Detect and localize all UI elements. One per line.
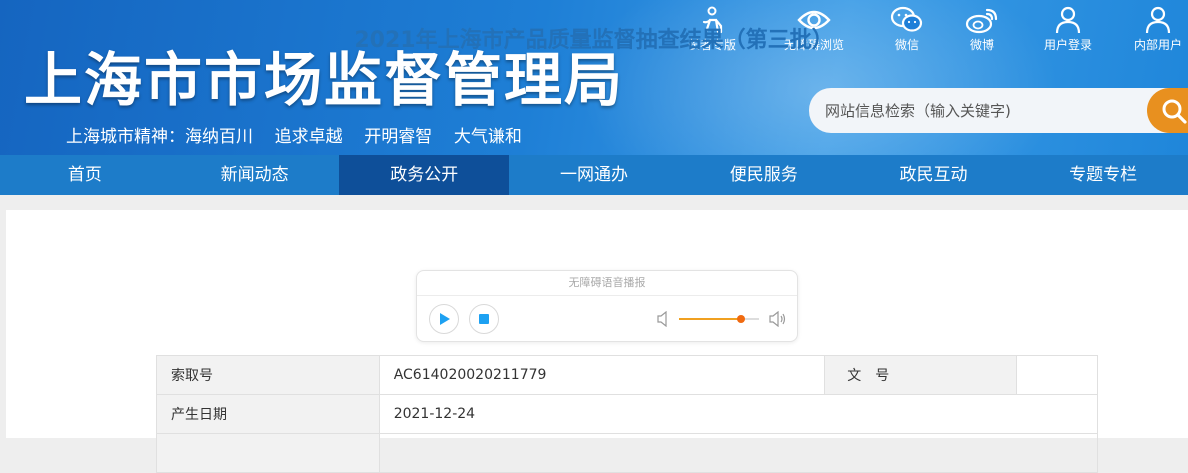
table-row — [156, 433, 1099, 473]
volume-fill — [679, 318, 741, 320]
nav-item-interaction[interactable]: 政民互动 — [849, 155, 1019, 195]
date-label: 产生日期 — [156, 394, 380, 434]
play-button[interactable] — [429, 304, 459, 334]
table-row: 索取号 AC614020020211779 文 号 — [156, 355, 1098, 395]
article-meta-table: 索取号 AC614020020211779 文 号 产生日期 2021-12-2… — [156, 355, 1099, 473]
table-cell — [378, 433, 1099, 473]
doc-no-label: 文 号 — [824, 355, 1018, 395]
volume-slider[interactable] — [679, 315, 759, 323]
volume-knob[interactable] — [736, 315, 745, 323]
nav-item-home[interactable]: 首页 — [0, 155, 170, 195]
city-spirit-slogan: 上海城市精神：海纳百川 追求卓越 开明睿智 大气谦和 — [66, 127, 522, 147]
index-no-label: 索取号 — [156, 355, 380, 395]
volume-high-icon — [769, 311, 786, 327]
nav-item-public-service[interactable]: 便民服务 — [679, 155, 849, 195]
voice-player-label: 无障碍语音播报 — [417, 271, 797, 296]
nav-item-gov-affairs[interactable]: 政务公开 — [339, 155, 510, 195]
search-button[interactable] — [1147, 88, 1188, 133]
stop-button[interactable] — [469, 304, 499, 334]
article-title: 2021年上海市产品质量监督抽查结果（第三批） — [354, 28, 834, 53]
date-value: 2021-12-24 — [378, 394, 1099, 434]
table-row: 产生日期 2021-12-24 — [156, 394, 1099, 434]
volume-low-icon — [657, 311, 667, 327]
nav-item-news[interactable]: 新闻动态 — [170, 155, 340, 195]
voice-player: 无障碍语音播报 — [416, 270, 798, 342]
site-search-box — [809, 88, 1188, 133]
nav-item-online-service[interactable]: 一网通办 — [509, 155, 679, 195]
main-nav: 首页 新闻动态 政务公开 一网通办 便民服务 政民互动 专题专栏 — [0, 155, 1188, 195]
search-input[interactable] — [823, 98, 1147, 124]
index-no-value: AC614020020211779 — [378, 355, 826, 395]
search-icon — [1162, 99, 1187, 124]
table-cell — [156, 433, 380, 473]
nav-item-topics[interactable]: 专题专栏 — [1018, 155, 1188, 195]
doc-no-value — [1016, 355, 1098, 395]
